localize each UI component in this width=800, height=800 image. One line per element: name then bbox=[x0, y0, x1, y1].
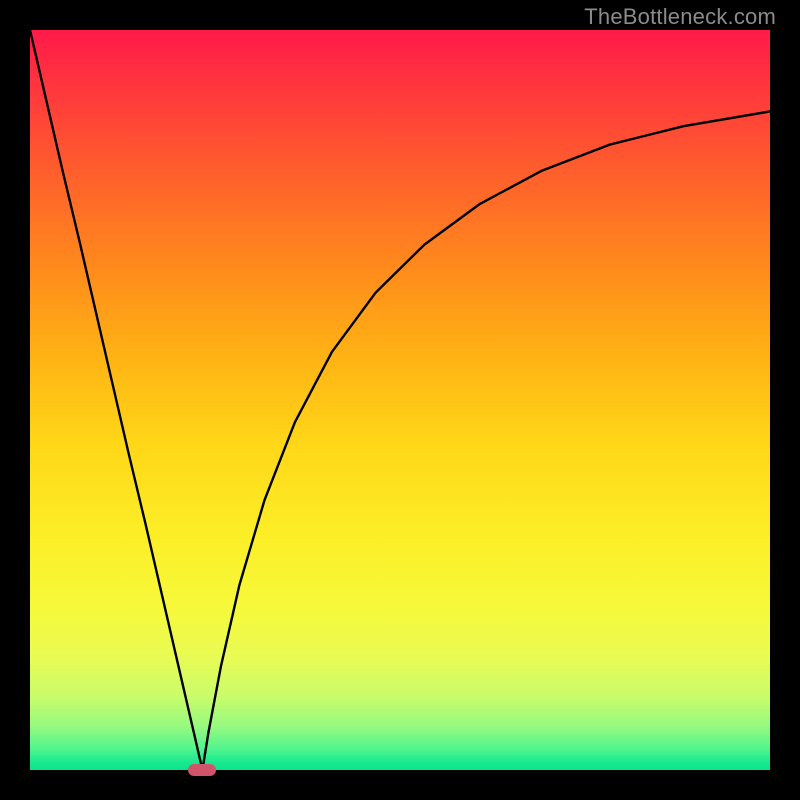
curve-path bbox=[30, 30, 770, 770]
bottleneck-curve bbox=[30, 30, 770, 770]
chart-frame: TheBottleneck.com bbox=[0, 0, 800, 800]
plot-area bbox=[30, 30, 770, 770]
watermark-text: TheBottleneck.com bbox=[584, 4, 776, 30]
optimal-marker bbox=[188, 764, 216, 776]
